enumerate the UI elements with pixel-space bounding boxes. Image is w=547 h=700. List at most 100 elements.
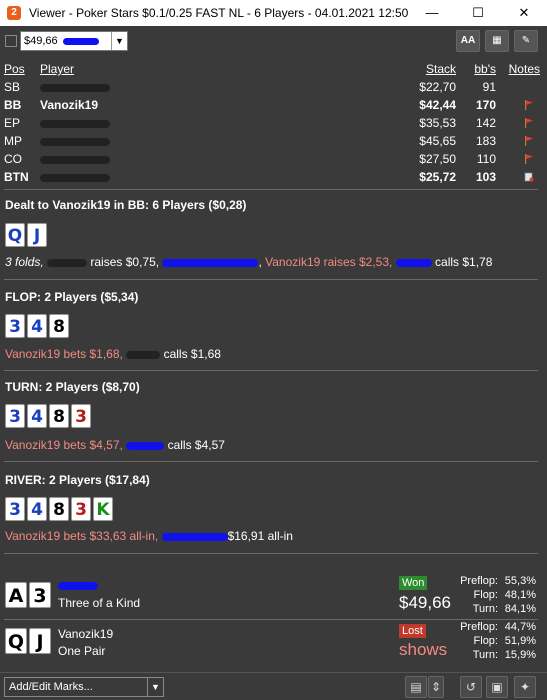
stat-value: 51,9%: [504, 635, 536, 647]
table-row[interactable]: MP $45,65 183: [4, 132, 544, 150]
redacted-name: [126, 441, 165, 450]
player-position: BTN: [4, 170, 29, 184]
stat-value: 48,1%: [504, 589, 536, 601]
action-text: 3 folds,: [5, 255, 44, 269]
spinner-arrows-icon[interactable]: ⇕: [428, 676, 444, 698]
player-stack: $42,44: [419, 98, 456, 112]
hole-card: Q: [5, 223, 25, 247]
equity-stats: Preflop: 44,7% Flop: 51,9% Turn: 15,9%: [458, 620, 536, 662]
header-notes[interactable]: Notes: [509, 60, 540, 78]
table-row[interactable]: BB Vanozik19 $42,44 170: [4, 96, 544, 114]
preflop-actions: 3 folds, raises $0,75, , Vanozik19 raise…: [5, 255, 492, 269]
player-position: BB: [4, 98, 22, 112]
divider: [4, 461, 538, 462]
stat-row: Preflop: 44,7%: [458, 620, 536, 634]
notes-cell[interactable]: [520, 78, 540, 96]
window-title: Viewer - Poker Stars $0.1/0.25 FAST NL -…: [29, 6, 409, 20]
stat-value: 15,9%: [504, 649, 536, 661]
action-text: calls $1,68: [163, 347, 221, 361]
player-stack: $35,53: [419, 116, 456, 130]
table-header: Pos Player Stack bb's Notes: [4, 60, 544, 78]
turn-title: TURN: 2 Players ($8,70): [5, 380, 140, 394]
showdown-cards: A 3: [5, 582, 51, 608]
flop-cards: 3 4 8: [5, 314, 69, 338]
player-position: MP: [4, 134, 22, 148]
minimize-button[interactable]: —: [409, 0, 455, 26]
preflop-title: Dealt to Vanozik19 in BB: 6 Players ($0,…: [5, 198, 247, 212]
edit-button[interactable]: ✎: [514, 30, 538, 52]
divider: [4, 279, 538, 280]
stat-label: Preflop:: [460, 621, 498, 633]
redacted-name: [40, 119, 110, 128]
turn-cards: 3 4 8 3: [5, 404, 91, 428]
grid-view-button[interactable]: ▦: [485, 30, 509, 52]
hero-action-text: Vanozik19 bets $1,68,: [5, 347, 123, 361]
marks-dropdown[interactable]: Add/Edit Marks... ▼: [4, 677, 164, 697]
redacted-name: [395, 258, 432, 267]
app-logo-icon: 2: [7, 6, 21, 20]
action-text: calls $1,78: [435, 255, 493, 269]
header-player[interactable]: Player: [40, 60, 74, 78]
table-row[interactable]: EP $35,53 142: [4, 114, 544, 132]
turn-actions: Vanozik19 bets $4,57, calls $4,57: [5, 438, 225, 452]
font-size-button[interactable]: AA: [456, 30, 480, 52]
divider: [4, 189, 538, 190]
toolbar: $49,66 ▼ AA ▦ ✎: [0, 27, 547, 55]
divider: [4, 553, 538, 554]
player-name: [40, 150, 110, 168]
stat-label: Flop:: [473, 589, 498, 601]
replay-icon[interactable]: ↺: [460, 676, 482, 698]
hole-card: A: [5, 582, 27, 608]
lost-badge: Lost: [399, 624, 426, 638]
hole-card: J: [29, 628, 51, 654]
river-cards: 3 4 8 3 K: [5, 497, 113, 521]
flag-note-icon[interactable]: [520, 150, 540, 168]
chevron-down-icon: ▼: [147, 678, 163, 696]
stat-value: 44,7%: [504, 621, 536, 633]
stat-value: 55,3%: [504, 575, 536, 587]
showdown-player-name: [58, 578, 98, 592]
won-amount: $49,66: [399, 593, 451, 612]
header-pos[interactable]: Pos: [4, 60, 25, 78]
close-button[interactable]: ✕: [501, 0, 547, 26]
save-icon[interactable]: ▣: [486, 676, 508, 698]
player-name: [40, 114, 110, 132]
showdown-hand-rank: One Pair: [58, 644, 106, 658]
flag-note-icon[interactable]: [520, 132, 540, 150]
board-card: 4: [27, 497, 47, 521]
player-bbs: 91: [482, 80, 496, 94]
twitter-icon[interactable]: ✦: [514, 676, 536, 698]
redacted-name: [126, 350, 161, 359]
equity-stats: Preflop: 55,3% Flop: 48,1% Turn: 84,1%: [458, 574, 536, 616]
header-stack[interactable]: Stack: [426, 60, 456, 78]
flag-note-icon[interactable]: [520, 114, 540, 132]
redacted-name: [62, 37, 99, 45]
table-row[interactable]: SB $22,70 91: [4, 78, 544, 96]
hole-card: J: [27, 223, 47, 247]
table-row[interactable]: CO $27,50 110: [4, 150, 544, 168]
redacted-name: [58, 581, 98, 590]
player-bbs: 170: [475, 98, 496, 112]
maximize-button[interactable]: ☐: [455, 0, 501, 26]
flag-note-icon[interactable]: [520, 96, 540, 114]
stat-row: Flop: 48,1%: [458, 588, 536, 602]
player-bbs: 183: [475, 134, 496, 148]
won-badge: Won: [399, 576, 428, 590]
stat-label: Preflop:: [460, 575, 498, 587]
select-checkbox[interactable]: [5, 35, 17, 47]
table-row[interactable]: BTN $25,72 103: [4, 168, 544, 186]
hero-action-text: Vanozik19 raises $2,53,: [265, 255, 393, 269]
player-name: Vanozik19: [40, 98, 99, 112]
player-name: [40, 132, 110, 150]
stat-row: Turn: 15,9%: [458, 648, 536, 662]
stat-row: Preflop: 55,3%: [458, 574, 536, 588]
clipboard-icon[interactable]: ▤: [405, 676, 427, 698]
stat-row: Turn: 84,1%: [458, 602, 536, 616]
board-card: 8: [49, 314, 69, 338]
header-bbs[interactable]: bb's: [474, 60, 496, 78]
stat-label: Flop:: [473, 635, 498, 647]
hand-selector-dropdown[interactable]: $49,66 ▼: [20, 31, 128, 51]
action-text: $16,91 all-in: [227, 529, 293, 543]
note-pad-icon[interactable]: [520, 168, 540, 186]
divider: [4, 370, 538, 371]
